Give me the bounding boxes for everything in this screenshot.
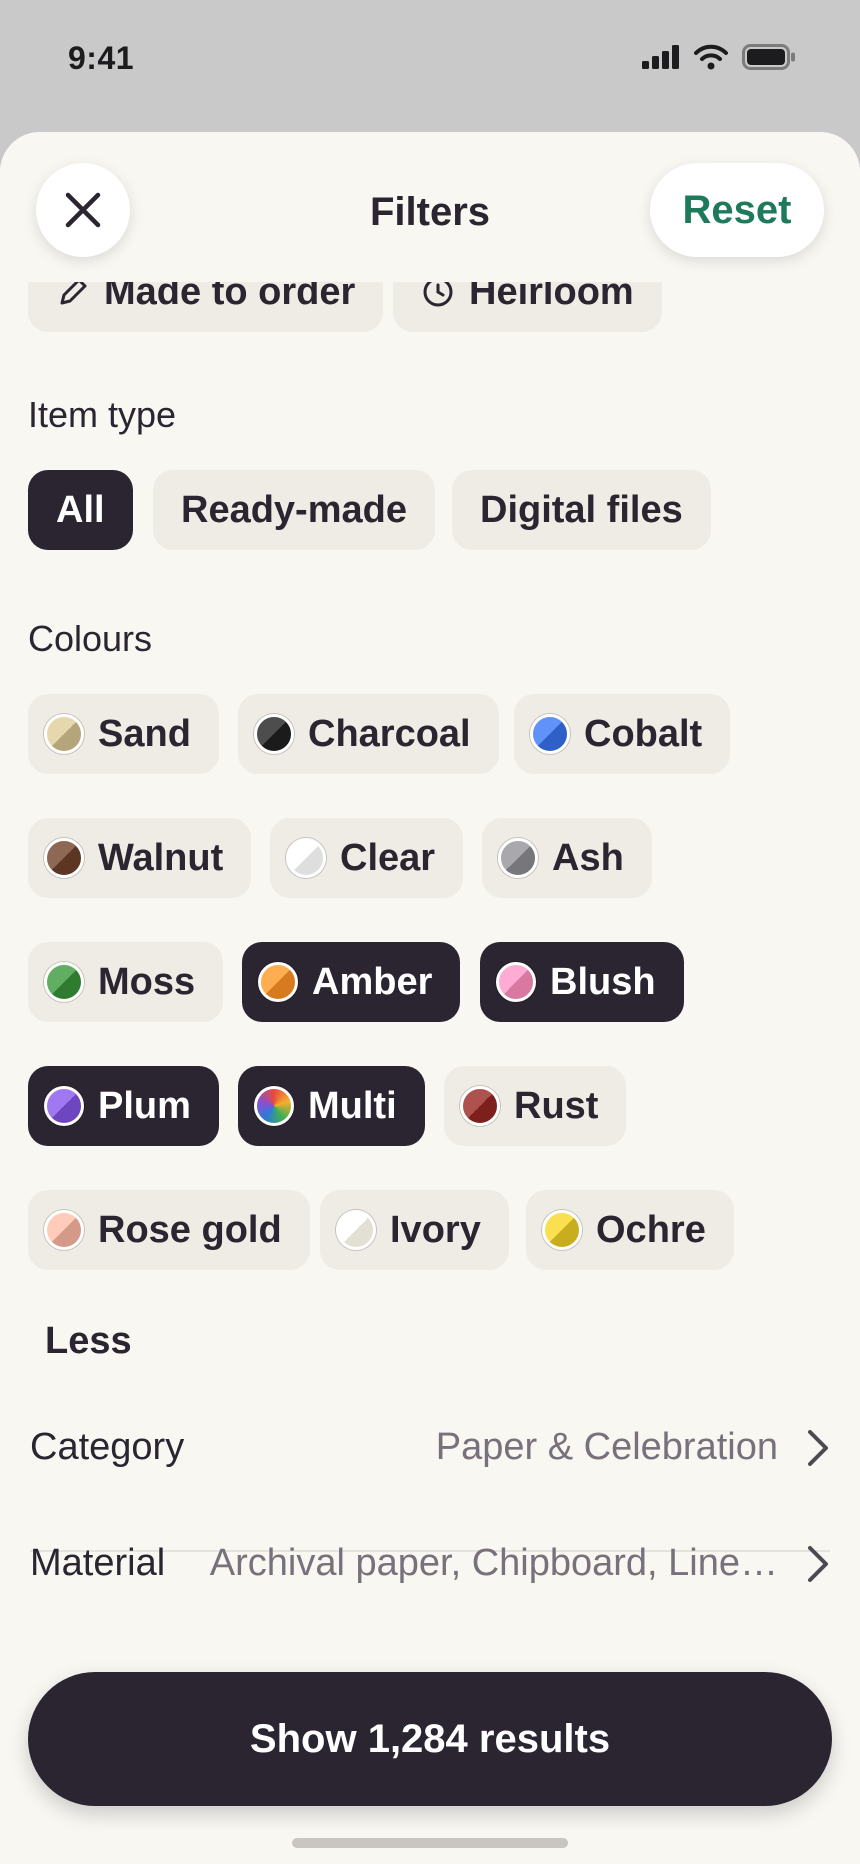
filters-sheet: Made to order Heirloom Filters Reset Ite… <box>0 132 860 1864</box>
chip-label: Rust <box>514 1084 599 1127</box>
colour-chip-ochre[interactable]: Ochre <box>526 1190 734 1270</box>
rust-swatch-icon <box>460 1086 500 1126</box>
chip-label: Ready-made <box>181 488 407 531</box>
status-bar: 9:41 <box>0 0 860 120</box>
less-link[interactable]: Less <box>45 1320 132 1363</box>
blush-swatch-icon <box>496 962 536 1002</box>
colour-chip-rust[interactable]: Rust <box>444 1066 627 1146</box>
chip-label: Amber <box>312 960 433 1003</box>
cellular-signal-icon <box>642 45 679 69</box>
chip-label: Ivory <box>390 1208 481 1251</box>
chip-label: All <box>56 488 105 531</box>
ash-swatch-icon <box>498 838 538 878</box>
chip-label: Plum <box>98 1084 191 1127</box>
clear-swatch-icon <box>286 838 326 878</box>
item-type-digital-files[interactable]: Digital files <box>452 470 711 550</box>
ochre-swatch-icon <box>542 1210 582 1250</box>
multi-swatch-icon <box>254 1086 294 1126</box>
chip-label: Sand <box>98 712 191 755</box>
status-icons <box>642 44 796 70</box>
ivory-swatch-icon <box>336 1210 376 1250</box>
sand-swatch-icon <box>44 714 84 754</box>
plum-swatch-icon <box>44 1086 84 1126</box>
material-value: Archival paper, Chipboard, Line… <box>209 1542 778 1584</box>
chip-label: Walnut <box>98 836 224 879</box>
chevron-right-icon <box>808 1430 828 1466</box>
charcoal-swatch-icon <box>254 714 294 754</box>
home-indicator <box>292 1838 568 1848</box>
sheet-header: Filters Reset <box>0 132 860 282</box>
colour-chip-clear[interactable]: Clear <box>270 818 464 898</box>
cobalt-swatch-icon <box>530 714 570 754</box>
item-type-ready-made[interactable]: Ready-made <box>153 470 435 550</box>
colour-chip-walnut[interactable]: Walnut <box>28 818 252 898</box>
colour-chip-cobalt[interactable]: Cobalt <box>514 694 731 774</box>
status-time: 9:41 <box>68 40 135 76</box>
chip-label: Multi <box>308 1084 397 1127</box>
walnut-swatch-icon <box>44 838 84 878</box>
colour-chip-plum[interactable]: Plum <box>28 1066 219 1146</box>
colour-chip-multi[interactable]: Multi <box>238 1066 425 1146</box>
colour-chip-ash[interactable]: Ash <box>482 818 652 898</box>
category-row[interactable]: Category Paper & Celebration <box>30 1392 830 1502</box>
chip-label: Charcoal <box>308 712 471 755</box>
category-value: Paper & Celebration <box>435 1426 778 1468</box>
colour-chip-blush[interactable]: Blush <box>480 942 684 1022</box>
chip-label: Rose gold <box>98 1208 282 1251</box>
colours-heading: Colours <box>28 618 153 659</box>
colour-chip-sand[interactable]: Sand <box>28 694 219 774</box>
colour-chip-moss[interactable]: Moss <box>28 942 224 1022</box>
battery-icon <box>742 44 795 70</box>
chip-label: Ochre <box>596 1208 706 1251</box>
chip-label: Ash <box>552 836 624 879</box>
show-results-button[interactable]: Show 1,284 results <box>28 1672 832 1806</box>
colour-chip-amber[interactable]: Amber <box>242 942 461 1022</box>
item-type-heading: Item type <box>28 394 177 435</box>
amber-swatch-icon <box>258 962 298 1002</box>
chevron-right-icon <box>808 1546 828 1582</box>
chip-label: Blush <box>550 960 656 1003</box>
colour-chip-ivory[interactable]: Ivory <box>320 1190 509 1270</box>
material-label: Material <box>30 1542 166 1584</box>
chip-label: Digital files <box>480 488 683 531</box>
category-label: Category <box>30 1426 185 1468</box>
reset-button[interactable]: Reset <box>650 163 824 257</box>
item-type-all[interactable]: All <box>28 470 133 550</box>
rose-gold-swatch-icon <box>44 1210 84 1250</box>
moss-swatch-icon <box>44 962 84 1002</box>
chip-label: Clear <box>340 836 436 879</box>
colour-chip-charcoal[interactable]: Charcoal <box>238 694 499 774</box>
colour-chip-rose-gold[interactable]: Rose gold <box>28 1190 310 1270</box>
material-row[interactable]: Material Archival paper, Chipboard, Line… <box>30 1508 830 1618</box>
chip-label: Cobalt <box>584 712 703 755</box>
wifi-icon <box>694 44 728 70</box>
chip-label: Moss <box>98 960 196 1003</box>
